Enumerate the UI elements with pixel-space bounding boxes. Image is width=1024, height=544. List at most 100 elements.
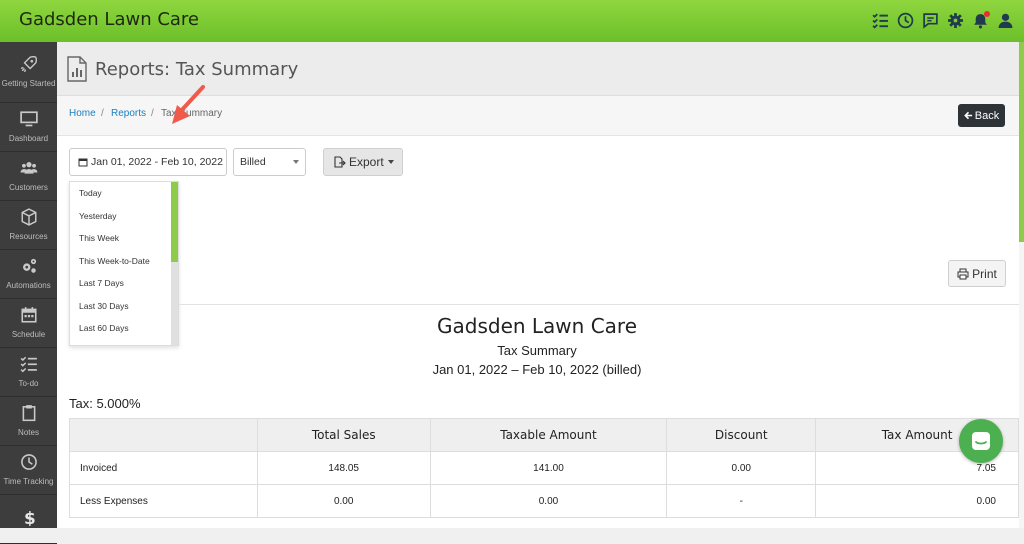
chevron-down-icon xyxy=(387,160,394,164)
top-bar: Gadsden Lawn Care xyxy=(0,0,1024,42)
sidebar-item-label: Schedule xyxy=(11,329,46,339)
date-option-today[interactable]: Today xyxy=(70,182,178,205)
sidebar-item-automations[interactable]: Automations xyxy=(0,250,57,299)
sidebar-item-label: Getting Started xyxy=(1,78,56,88)
breadcrumb-reports[interactable]: Reports xyxy=(111,108,146,119)
table-header-row: Total Sales Taxable Amount Discount Tax … xyxy=(69,418,1019,452)
dollar-icon: $ xyxy=(23,508,35,526)
billed-select-value: Billed xyxy=(240,156,266,168)
table-cell: 141.00 xyxy=(429,451,668,485)
sidebar-item-schedule[interactable]: Schedule xyxy=(0,299,57,348)
chevron-down-icon xyxy=(293,160,299,164)
page-scrollbar[interactable] xyxy=(1019,42,1024,528)
sidebar-item-label: Resources xyxy=(9,231,48,241)
divider xyxy=(179,304,1019,305)
breadcrumb-separator: / xyxy=(151,108,154,119)
user-icon[interactable] xyxy=(997,10,1014,30)
monitor-icon xyxy=(19,110,38,126)
sidebar-item-notes[interactable]: Notes xyxy=(0,397,57,446)
sidebar-item-getting-started[interactable]: Getting Started xyxy=(0,42,57,103)
rocket-icon xyxy=(20,55,37,72)
tax-rate-label: Tax: 5.000% xyxy=(69,396,141,411)
table-cell: 0.00 xyxy=(666,451,817,485)
sidebar: Getting Started Dashboard Customers Reso… xyxy=(0,42,57,544)
breadcrumb-home[interactable]: Home xyxy=(69,108,96,119)
sidebar-item-label: Notes xyxy=(18,427,39,437)
table-cell: Invoiced xyxy=(69,451,258,485)
report-range: Jan 01, 2022 – Feb 10, 2022 (billed) xyxy=(432,362,642,377)
calendar-icon xyxy=(78,158,88,167)
page-scroll-thumb[interactable] xyxy=(1019,42,1024,242)
breadcrumb-separator: / xyxy=(101,108,104,119)
table-row: Invoiced 148.05 141.00 0.00 7.05 xyxy=(69,451,1019,485)
date-range-dropdown: Today Yesterday This Week This Week-to-D… xyxy=(69,181,179,346)
date-range-picker[interactable]: Jan 01, 2022 - Feb 10, 2022 xyxy=(69,148,227,176)
back-button-label: Back xyxy=(974,109,1000,122)
sidebar-item-label: Automations xyxy=(6,280,51,290)
table-cell: 148.05 xyxy=(256,451,431,485)
clock-icon[interactable] xyxy=(897,10,914,30)
date-option-last-30-days[interactable]: Last 30 Days xyxy=(70,295,178,318)
cogs-icon xyxy=(22,258,36,273)
annotation-arrow xyxy=(172,85,205,124)
printer-icon xyxy=(957,268,969,279)
column-header: Taxable Amount xyxy=(429,418,668,452)
chat-icon xyxy=(972,432,990,450)
report-name: Tax Summary xyxy=(497,343,577,358)
app-title: Gadsden Lawn Care xyxy=(19,9,199,30)
sidebar-item-label: Dashboard xyxy=(8,133,49,143)
notification-dot xyxy=(984,11,990,17)
sidebar-item-dashboard[interactable]: Dashboard xyxy=(0,103,57,152)
dropdown-scrollbar[interactable] xyxy=(171,182,178,345)
sidebar-item-label: To-do xyxy=(18,378,39,388)
sidebar-item-time-tracking[interactable]: Time Tracking xyxy=(0,446,57,495)
date-option-this-week-to-date[interactable]: This Week-to-Date xyxy=(70,250,178,273)
gear-icon[interactable] xyxy=(947,10,964,30)
date-option-yesterday[interactable]: Yesterday xyxy=(70,205,178,228)
calendar-icon xyxy=(20,306,37,323)
date-option-this-week[interactable]: This Week xyxy=(70,227,178,250)
print-label: Print xyxy=(972,266,997,281)
report-document-icon xyxy=(67,56,87,82)
back-button[interactable]: Back xyxy=(958,104,1005,127)
chat-launcher-button[interactable] xyxy=(959,419,1003,463)
date-range-value: Jan 01, 2022 - Feb 10, 2022 xyxy=(91,156,223,168)
column-header: Discount xyxy=(666,418,817,452)
sidebar-item-billing[interactable]: $ xyxy=(0,495,57,544)
top-icons xyxy=(872,10,1014,30)
column-header: Total Sales xyxy=(256,418,431,452)
clock-icon xyxy=(20,453,37,470)
sidebar-item-label: Customers xyxy=(9,182,48,192)
table-cell: Less Expenses xyxy=(69,484,258,518)
sidebar-item-customers[interactable]: Customers xyxy=(0,152,57,201)
message-icon[interactable] xyxy=(922,10,939,30)
sidebar-item-label: Time Tracking xyxy=(3,476,54,486)
checklist-icon xyxy=(20,356,37,372)
billed-select[interactable]: Billed xyxy=(233,148,306,176)
file-export-icon xyxy=(334,156,346,168)
export-label: Export xyxy=(349,155,384,169)
svg-text:$: $ xyxy=(23,508,35,526)
users-icon xyxy=(20,161,37,174)
print-button[interactable]: Print xyxy=(948,260,1006,287)
table-row: Less Expenses 0.00 0.00 - 0.00 xyxy=(69,484,1019,518)
checklist-icon[interactable] xyxy=(872,10,889,30)
box-icon xyxy=(21,207,36,226)
arrow-left-icon xyxy=(963,111,972,120)
sidebar-item-resources[interactable]: Resources xyxy=(0,201,57,250)
table-cell: - xyxy=(666,484,817,518)
export-button[interactable]: Export xyxy=(323,148,403,176)
sidebar-item-todo[interactable]: To-do xyxy=(0,348,57,397)
table-cell: 0.00 xyxy=(815,484,1019,518)
column-header xyxy=(69,418,258,452)
dropdown-scroll-thumb[interactable] xyxy=(171,182,178,262)
table-cell: 0.00 xyxy=(256,484,431,518)
page-title: Reports: Tax Summary xyxy=(95,59,299,80)
report-company: Gadsden Lawn Care xyxy=(437,314,637,338)
table-cell: 0.00 xyxy=(429,484,668,518)
date-option-last-7-days[interactable]: Last 7 Days xyxy=(70,272,178,295)
date-option-last-60-days[interactable]: Last 60 Days xyxy=(70,317,178,340)
clipboard-icon xyxy=(22,404,35,421)
tax-summary-table: Total Sales Taxable Amount Discount Tax … xyxy=(69,418,1019,518)
bell-icon[interactable] xyxy=(972,10,990,30)
